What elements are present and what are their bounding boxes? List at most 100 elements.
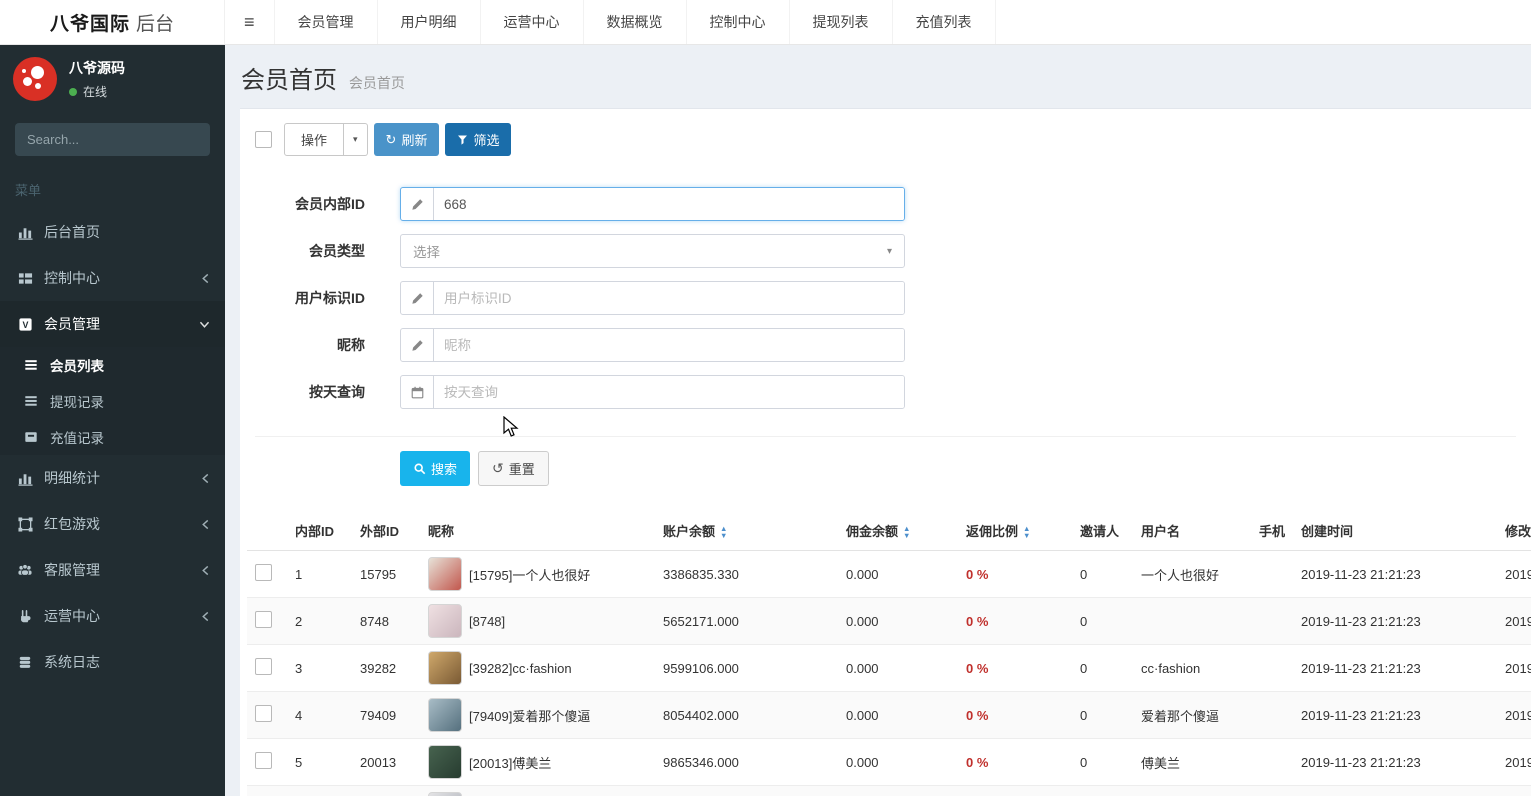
sidebar-item-label: 明细统计 <box>44 470 100 486</box>
cell-external-id: 8748 <box>352 597 420 645</box>
cell-username: cc·fashion <box>1133 644 1251 692</box>
topnav-item-1[interactable]: 会员管理 <box>275 0 378 44</box>
nickname-cell: [15795]一个人也很好 <box>428 557 647 591</box>
sidebar-item-label: 会员列表 <box>50 359 104 374</box>
cell-balance: 1079812.000 <box>655 785 838 796</box>
top-navigation: 会员管理 用户明细 运营中心 数据概览 控制中心 提现列表 充值列表 <box>275 0 996 44</box>
sidebar-item-客服管理[interactable]: 客服管理 <box>0 547 225 593</box>
input-group <box>400 375 905 409</box>
cell-nickname: [15795]一个人也很好 <box>420 550 655 598</box>
filter-label: 用户标识ID <box>295 290 365 306</box>
bar-chart-icon <box>15 471 35 486</box>
action-caret-button[interactable]: ▾ <box>344 123 368 156</box>
brand-logo-text[interactable]: 八爷国际 后台 <box>0 0 225 44</box>
cell-phone <box>1251 597 1293 645</box>
nickname-text: [39282]cc·fashion <box>469 660 572 676</box>
sidebar-item-充值记录[interactable]: 充值记录 <box>0 419 225 455</box>
nickname-text: [15795]一个人也很好 <box>469 567 591 583</box>
sidebar-item-控制中心[interactable]: 控制中心 <box>0 255 225 301</box>
column-内部ID: 内部ID <box>287 511 352 551</box>
cell-created-time: 2019-11-23 21:21:23 <box>1293 691 1497 739</box>
cell-rebate: 0 % <box>958 785 1072 796</box>
brand-bold: 八爷国际 <box>49 13 130 35</box>
filter-control: 选择 ▾ <box>400 234 905 268</box>
topnav-item-2[interactable]: 用户明细 <box>378 0 481 44</box>
column-checkbox <box>247 511 287 551</box>
sidebar-search <box>15 123 239 156</box>
member-type-select[interactable]: 选择 ▾ <box>400 234 905 268</box>
search-submit-button[interactable]: 搜索 <box>400 451 471 486</box>
filter-button[interactable]: 筛选 <box>445 123 512 156</box>
row-checkbox[interactable] <box>255 564 272 581</box>
chevron-left-icon <box>201 473 210 484</box>
th-list-icon <box>15 271 35 286</box>
form-actions: 搜索 ↺ 重置 <box>400 451 1516 486</box>
sidebar-item-后台首页[interactable]: 后台首页 <box>0 209 225 255</box>
cell-checkbox <box>247 785 287 796</box>
hand-peace-icon <box>15 609 35 624</box>
row-checkbox[interactable] <box>255 611 272 628</box>
cell-commission: 0.000 <box>838 550 958 598</box>
cell-modified-time: 2019-1 <box>1497 644 1531 692</box>
sidebar-item-会员管理[interactable]: V 会员管理 <box>0 301 225 347</box>
topnav-item-7[interactable]: 充值列表 <box>893 0 996 44</box>
row-checkbox[interactable] <box>255 658 272 675</box>
sort-icon[interactable]: ▲ ▼ <box>903 525 910 539</box>
content-header: 会员首页 会员首页 <box>225 45 1531 108</box>
cell-username: 一个人也很好 <box>1133 550 1251 598</box>
chevron-left-icon <box>201 565 210 576</box>
list-lines-icon <box>21 358 41 372</box>
filter-input-3[interactable] <box>434 282 904 314</box>
row-checkbox[interactable] <box>255 705 272 722</box>
sort-icon[interactable]: ▲ ▼ <box>1023 525 1030 539</box>
cell-modified-time: 2019-1 <box>1497 550 1531 598</box>
users-icon <box>15 563 35 578</box>
topnav-item-3[interactable]: 运营中心 <box>481 0 584 44</box>
sidebar-item-提现记录[interactable]: 提现记录 <box>0 383 225 419</box>
action-split-button: 操作 ▾ <box>284 123 368 156</box>
sort-icon[interactable]: ▲ ▼ <box>720 525 727 539</box>
sidebar-menu: 后台首页 控制中心 V 会员管理会员列表提现记录 充值记录明细统计红包游戏 客服管理 运营中… <box>0 209 225 685</box>
topnav-item-5[interactable]: 控制中心 <box>687 0 790 44</box>
cell-index: 2 <box>287 597 352 645</box>
refresh-button[interactable]: ↻ 刷新 <box>373 123 440 156</box>
column-外部ID: 外部ID <box>352 511 420 551</box>
vip-card-icon: V <box>15 317 35 332</box>
filter-input-5[interactable] <box>434 376 904 408</box>
breadcrumb: 会员首页 <box>348 75 405 91</box>
nickname-text: [8748] <box>469 613 506 629</box>
cell-balance: 9865346.000 <box>655 738 838 786</box>
cell-phone <box>1251 738 1293 786</box>
filter-input-4[interactable] <box>434 329 904 361</box>
cell-inviter: 0 <box>1072 691 1133 739</box>
avatar <box>428 557 462 591</box>
sidebar-toggle-button[interactable]: ≡ <box>225 0 275 44</box>
cell-index: 3 <box>287 644 352 692</box>
filter-label: 昵称 <box>337 337 365 353</box>
sidebar-item-明细统计[interactable]: 明细统计 <box>0 455 225 501</box>
select-all-checkbox[interactable] <box>255 131 272 148</box>
topnav-item-4[interactable]: 数据概览 <box>584 0 687 44</box>
row-checkbox[interactable] <box>255 752 272 769</box>
action-button[interactable]: 操作 <box>284 123 345 156</box>
sidebar-item-系统日志[interactable]: 系统日志 <box>0 639 225 685</box>
menu-section-label: 菜单 <box>15 183 42 198</box>
cell-rebate: 0 % <box>958 738 1072 786</box>
cell-nickname: [8748] <box>420 597 655 645</box>
cell-checkbox <box>247 644 287 692</box>
filter-control <box>400 328 905 362</box>
sidebar-item-会员列表[interactable]: 会员列表 <box>0 347 225 383</box>
table-row: 5 20013 [20013]傅美兰 9865346.000 0.000 0 % 0 傅美兰 2… <box>247 738 1531 786</box>
column-邀请人: 邀请人 <box>1072 511 1133 551</box>
cell-index: 4 <box>287 691 352 739</box>
filter-input-1[interactable] <box>434 188 904 220</box>
cell-rebate: 0 % <box>958 550 1072 598</box>
reset-button[interactable]: ↺ 重置 <box>478 451 549 486</box>
search-input[interactable] <box>15 132 215 147</box>
cell-external-id: 79409 <box>352 691 420 739</box>
topnav-item-6[interactable]: 提现列表 <box>790 0 893 44</box>
filter-label: 会员内部ID <box>295 196 365 212</box>
sidebar-item-红包游戏[interactable]: 红包游戏 <box>0 501 225 547</box>
sidebar-item-运营中心[interactable]: 运营中心 <box>0 593 225 639</box>
reset-icon: ↺ <box>492 460 504 476</box>
